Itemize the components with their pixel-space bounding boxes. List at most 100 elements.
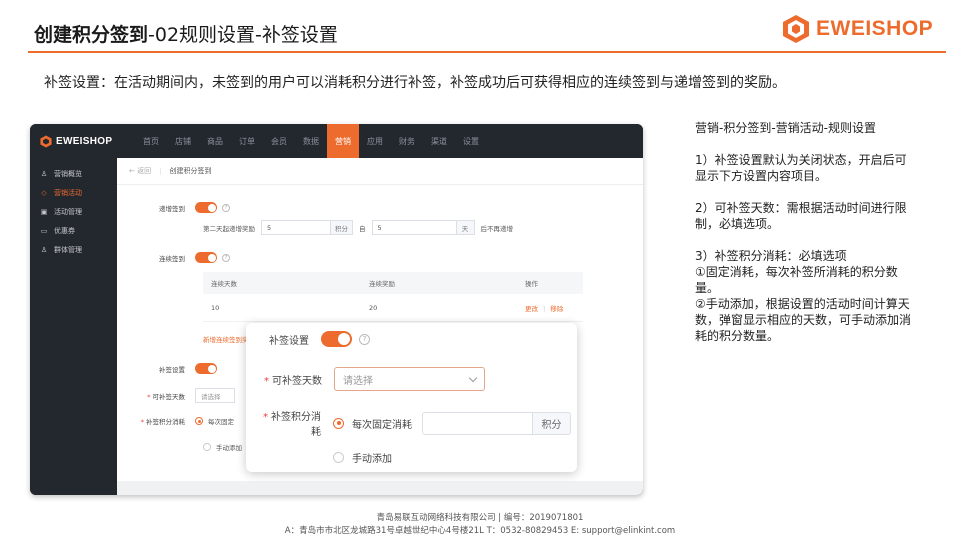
nav-item-4[interactable]: 会员 — [263, 124, 295, 158]
note-3-title: 3）补签积分消耗：必填选项 — [695, 249, 847, 263]
grid-icon: ▣ — [40, 207, 48, 216]
notes-panel: 营销-积分签到-营销活动-规则设置 1）补签设置默认为关闭状态，开启后可显示下方… — [695, 120, 915, 344]
app-logo-text: EWEISHOP — [56, 135, 113, 147]
edit-link[interactable]: 更改 — [525, 305, 538, 313]
popup-points-unit: 积分 — [533, 411, 571, 435]
increase-points-input[interactable]: 5 — [261, 220, 331, 235]
popup-fixed-label: 每次固定消耗 — [352, 419, 412, 431]
increase-sub-label: 第二天起递增奖励 — [203, 224, 255, 233]
nav-item-1[interactable]: 店铺 — [167, 124, 199, 158]
help-icon[interactable]: ? — [222, 253, 230, 262]
manual-label: 手动添加 — [216, 444, 242, 452]
sidebar: ♙ 营销概览 ◇ 营销活动 ▣ 活动管理 ▭ 优惠券 ♙ 群体管理 — [30, 158, 117, 495]
popup-days-label: 可补签天数 — [272, 375, 322, 387]
makeup-cost-label: 补签积分消耗 — [146, 418, 185, 426]
popup-makeup-row: 补签设置 ? — [246, 331, 370, 347]
note-1: 1）补签设置默认为关闭状态，开启后可显示下方设置内容项目。 — [695, 153, 907, 183]
sidebar-item-4[interactable]: ♙ 群体管理 — [30, 240, 117, 259]
makeup-days-label: 可补签天数 — [152, 392, 186, 401]
help-icon[interactable]: ? — [222, 203, 230, 212]
nav-item-3[interactable]: 订单 — [231, 124, 263, 158]
makeup-settings-popup: 补签设置 ? * 可补签天数 请选择 * 补签积分消耗 每次固定消耗 积分 手动添加 — [246, 323, 577, 472]
back-link[interactable]: ← 返回 — [129, 166, 151, 176]
increase-config-row: 第二天起递增奖励 5 积分 自 5 天 后不再递增 — [203, 220, 513, 235]
remove-link[interactable]: 移除 — [550, 305, 563, 313]
nav-item-9[interactable]: 渠道 — [423, 124, 455, 158]
popup-cost-row: * 补签积分消耗 每次固定消耗 积分 — [258, 408, 571, 438]
fixed-radio[interactable] — [195, 417, 203, 425]
popup-manual-label: 手动添加 — [352, 454, 392, 465]
sidebar-item-2[interactable]: ▣ 活动管理 — [30, 202, 117, 221]
sidebar-item-3[interactable]: ▭ 优惠券 — [30, 221, 117, 240]
top-nav: 首页 店铺 商品 订单 会员 数据 营销 应用 财务 渠道 设置 — [135, 124, 487, 158]
nav-item-6[interactable]: 营销 — [327, 124, 359, 158]
continuous-toggle[interactable] — [195, 252, 217, 263]
nav-item-7[interactable]: 应用 — [359, 124, 391, 158]
add-continuous-row: 新增连续签到奖 — [203, 334, 249, 344]
continuous-table: 连续天数 连续奖励 操作 10 20 更改 | 移除 — [203, 272, 583, 322]
popup-manual-radio[interactable] — [333, 452, 344, 463]
table-row: 10 20 更改 | 移除 — [203, 294, 583, 322]
slide-title: 创建积分签到-02规则设置-补签设置 — [34, 24, 338, 46]
brand-logo: EWEISHOP — [782, 14, 933, 44]
popup-makeup-label: 补签设置 — [269, 335, 309, 347]
nav-item-2[interactable]: 商品 — [199, 124, 231, 158]
sidebar-item-1[interactable]: ◇ 营销活动 — [30, 183, 117, 202]
brand-name: EWEISHOP — [816, 17, 934, 40]
chevron-down-icon — [468, 373, 478, 382]
popup-fixed-radio[interactable] — [333, 417, 344, 429]
popup-manual-row: 手动添加 — [333, 450, 392, 465]
notes-path: 营销-积分签到-营销活动-规则设置 — [695, 121, 876, 135]
popup-fixed-points-input[interactable] — [422, 411, 533, 435]
footer-contact: A：青岛市市北区龙城路31号卓越世纪中心4号楼21L T：0532-808294… — [284, 526, 676, 536]
intro-text: 补签设置：在活动期间内，未签到的用户可以消耗积分进行补签，补签成功后可获得相应的… — [44, 75, 786, 91]
action-separator: | — [543, 304, 546, 313]
sidebar-item-label: 活动管理 — [54, 207, 82, 216]
after-label: 后不再递增 — [480, 224, 514, 233]
footer: 青岛易联互动网络科技有限公司 | 编号：2019071801 A：青岛市市北区龙… — [0, 512, 960, 538]
col-days: 连续天数 — [211, 280, 237, 288]
group-icon: ♙ — [40, 245, 48, 254]
top-navbar: EWEISHOP 首页 店铺 商品 订单 会员 数据 营销 应用 财务 渠道 设置 — [30, 124, 643, 158]
fixed-label: 每次固定 — [208, 418, 234, 426]
makeup-label: 补签设置 — [159, 365, 185, 374]
makeup-days-select[interactable]: 请选择 — [195, 388, 235, 403]
popup-days-select[interactable]: 请选择 — [334, 367, 485, 391]
note-3a: ①固定消耗，每次补签所消耗的积分数量。 — [695, 265, 898, 295]
app-logo[interactable]: EWEISHOP — [40, 135, 135, 148]
title-divider — [28, 51, 946, 53]
makeup-toggle[interactable] — [195, 363, 217, 374]
manual-radio[interactable] — [203, 443, 211, 451]
nav-item-5[interactable]: 数据 — [295, 124, 327, 158]
days-unit: 天 — [456, 220, 475, 235]
sidebar-item-label: 营销概览 — [54, 169, 82, 178]
increase-toggle[interactable] — [195, 202, 217, 213]
col-reward: 连续奖励 — [369, 280, 395, 288]
makeup-row: 补签设置 — [117, 363, 217, 374]
continuous-row: 连续签到 ? — [117, 252, 230, 263]
col-action: 操作 — [525, 280, 538, 288]
sidebar-item-0[interactable]: ♙ 营销概览 — [30, 164, 117, 183]
table-header: 连续天数 连续奖励 操作 — [203, 272, 583, 294]
nav-item-8[interactable]: 财务 — [391, 124, 423, 158]
nav-item-10[interactable]: 设置 — [455, 124, 487, 158]
row-reward: 20 — [369, 303, 378, 312]
nav-item-0[interactable]: 首页 — [135, 124, 167, 158]
breadcrumb-separator: | — [159, 167, 162, 175]
tag-icon: ◇ — [41, 188, 47, 197]
popup-days-placeholder: 请选择 — [343, 375, 373, 387]
sidebar-item-label: 营销活动 — [54, 188, 82, 197]
breadcrumb-current: 创建积分签到 — [169, 167, 212, 175]
add-continuous-link[interactable]: 新增连续签到奖 — [203, 334, 249, 344]
help-icon[interactable]: ? — [359, 333, 370, 345]
sidebar-item-label: 群体管理 — [54, 245, 82, 254]
popup-days-row: * 可补签天数 请选择 — [259, 367, 485, 391]
popup-makeup-toggle[interactable] — [321, 331, 352, 347]
increase-days-input[interactable]: 5 — [371, 220, 457, 235]
row-days: 10 — [211, 303, 220, 312]
makeup-cost-row: * 补签积分消耗 每次固定 — [140, 417, 234, 426]
points-unit: 积分 — [331, 220, 353, 235]
note-2: 2）可补签天数：需根据活动时间进行限制，必填选项。 — [695, 201, 907, 231]
hexagon-logo-icon — [783, 15, 809, 43]
popup-cost-label: 补签积分消耗 — [271, 412, 321, 438]
